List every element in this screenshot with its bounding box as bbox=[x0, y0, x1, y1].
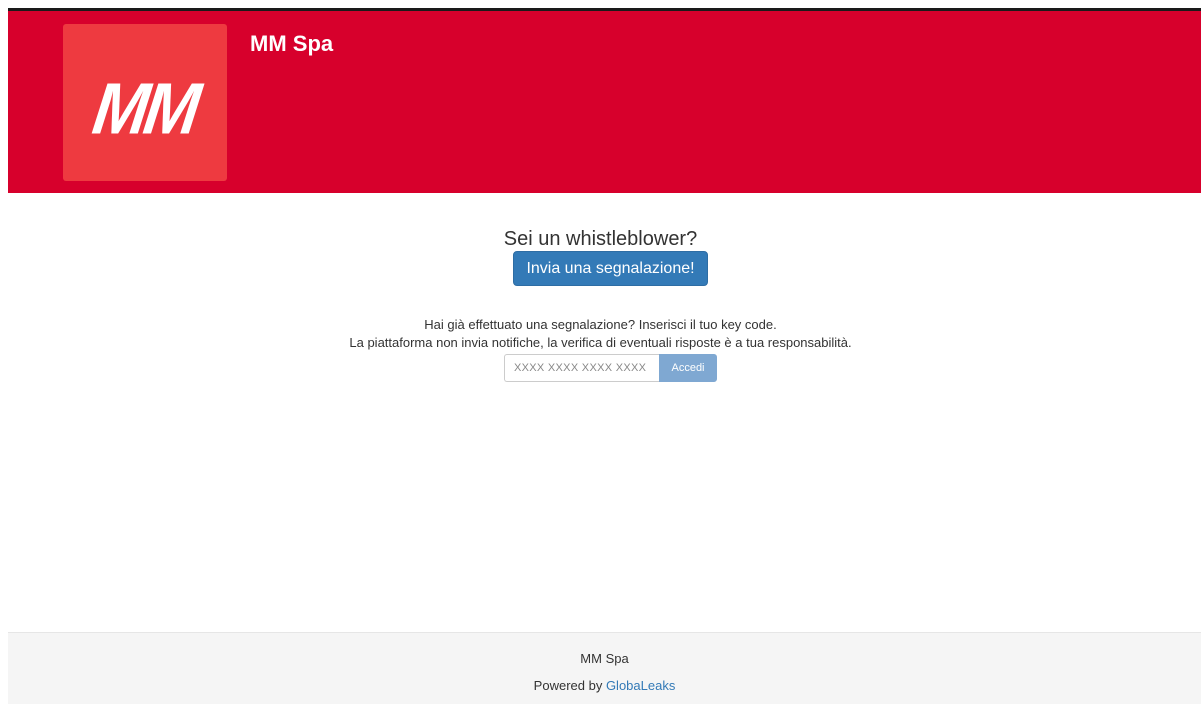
key-code-input[interactable] bbox=[504, 354, 659, 382]
login-button[interactable]: Accedi bbox=[659, 354, 717, 382]
logo-text: MM bbox=[88, 66, 202, 149]
logo[interactable]: MM bbox=[63, 24, 227, 181]
site-header: MM MM Spa bbox=[8, 11, 1201, 193]
page: MM MM Spa Sei un whistleblower? Invia un… bbox=[0, 0, 1201, 704]
whistleblower-question: Sei un whistleblower? bbox=[503, 228, 698, 250]
powered-by-label: Powered by bbox=[533, 678, 606, 693]
site-title: MM Spa bbox=[250, 31, 334, 56]
site-footer: MM Spa Powered by GlobaLeaks bbox=[8, 632, 1201, 704]
footer-org-name: MM Spa bbox=[580, 651, 629, 666]
key-code-prompt: Hai già effettuato una segnalazione? Ins… bbox=[424, 317, 777, 332]
powered-by: Powered by GlobaLeaks bbox=[8, 677, 1201, 695]
key-code-form: Accedi bbox=[504, 354, 717, 382]
notification-disclaimer: La piattaforma non invia notifiche, la v… bbox=[349, 335, 852, 350]
globaleaks-link[interactable]: GlobaLeaks bbox=[606, 678, 675, 693]
submit-report-button[interactable]: Invia una segnalazione! bbox=[513, 251, 708, 286]
